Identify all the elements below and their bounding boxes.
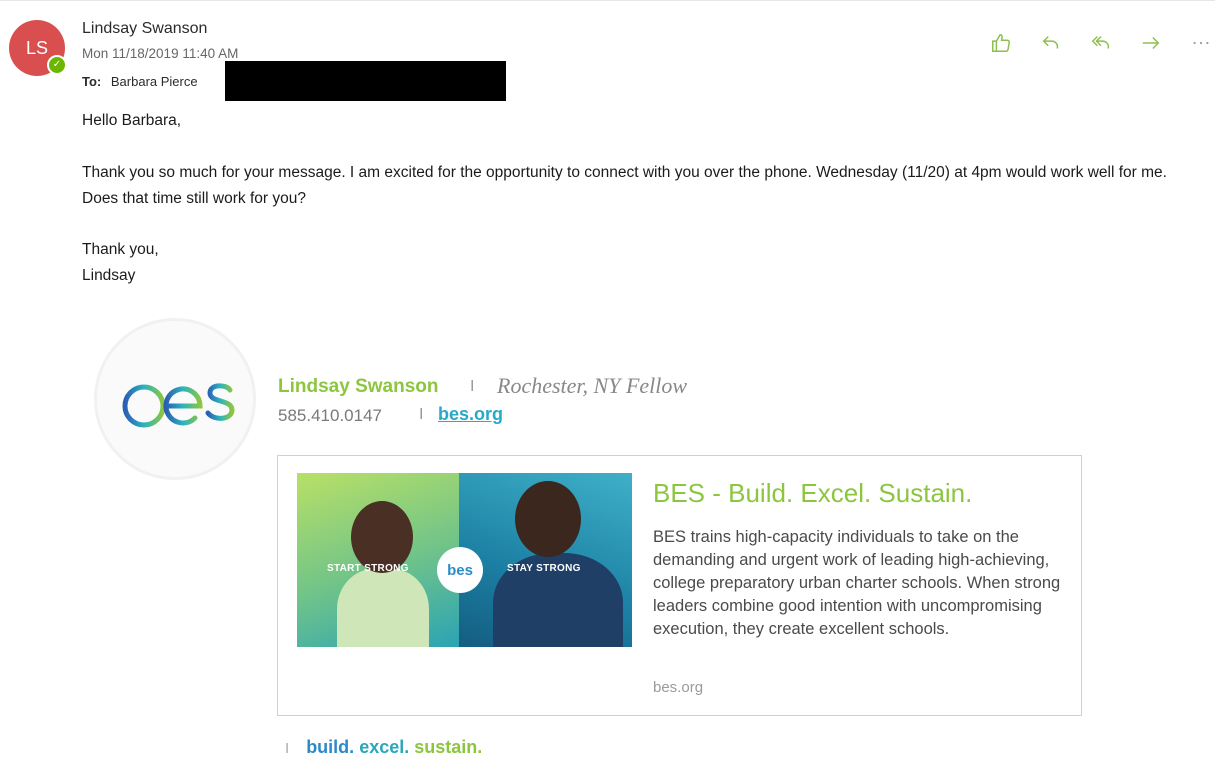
like-button[interactable] (982, 26, 1020, 60)
image-bes-logo: bes (437, 547, 483, 593)
reply-icon (1042, 36, 1059, 49)
reply-all-icon (1091, 36, 1110, 49)
closing-signoff: Lindsay (82, 267, 136, 284)
link-preview-title[interactable]: BES - Build. Excel. Sustain. (653, 478, 972, 509)
presence-available-icon: ✓ (47, 55, 67, 75)
tagline-sustain: sustain. (414, 737, 483, 757)
signature-website-link[interactable]: bes.org (438, 404, 503, 425)
forward-arrow-icon (1142, 36, 1160, 50)
message-closing: Thank you, Lindsay (82, 237, 159, 289)
message-greeting: Hello Barbara, (82, 112, 182, 129)
reply-all-button[interactable] (1082, 26, 1120, 60)
image-adult-head (515, 481, 581, 557)
image-caption-right: STAY STRONG (507, 563, 581, 574)
bes-logo (94, 318, 256, 480)
signature-phone[interactable]: 585.410.0147 (278, 406, 382, 426)
signature-separator: I (470, 378, 475, 395)
sender-name[interactable]: Lindsay Swanson (82, 20, 207, 38)
tagline-separator: I (285, 740, 290, 757)
image-child-figure (337, 569, 429, 647)
link-preview-card[interactable]: START STRONG STAY STRONG bes BES - Build… (277, 455, 1082, 716)
signature-separator: I (419, 406, 424, 423)
sent-date: Mon 11/18/2019 11:40 AM (82, 46, 239, 61)
image-caption-left: START STRONG (327, 563, 409, 574)
more-ellipsis-icon (1193, 41, 1209, 45)
reply-button[interactable] (1032, 26, 1070, 60)
link-preview-image[interactable]: START STRONG STAY STRONG bes (297, 473, 632, 647)
link-preview-domain: bes.org (653, 679, 704, 696)
top-divider (0, 0, 1215, 1)
link-preview-description: BES trains high-capacity individuals to … (653, 528, 1061, 638)
recipients-line: To: Barbara Pierce (82, 74, 198, 89)
message-paragraph: Thank you so much for your message. I am… (82, 164, 1167, 207)
tagline-build: build. (306, 737, 355, 757)
recipient-name[interactable]: Barbara Pierce (111, 74, 198, 89)
thumbs-up-icon (992, 34, 1010, 52)
more-actions-button[interactable] (1182, 26, 1215, 60)
signature-tagline: I build. excel. sustain. (285, 737, 482, 758)
redaction-box (225, 61, 506, 101)
signature-name: Lindsay Swanson (278, 376, 439, 397)
closing-line: Thank you, (82, 241, 159, 258)
signature-title: Rochester, NY Fellow (497, 373, 688, 398)
forward-button[interactable] (1132, 26, 1170, 60)
tagline-excel: excel. (359, 737, 410, 757)
to-label: To: (82, 74, 102, 89)
bes-logo-mark (121, 363, 235, 428)
message-actions-toolbar (982, 26, 1215, 60)
